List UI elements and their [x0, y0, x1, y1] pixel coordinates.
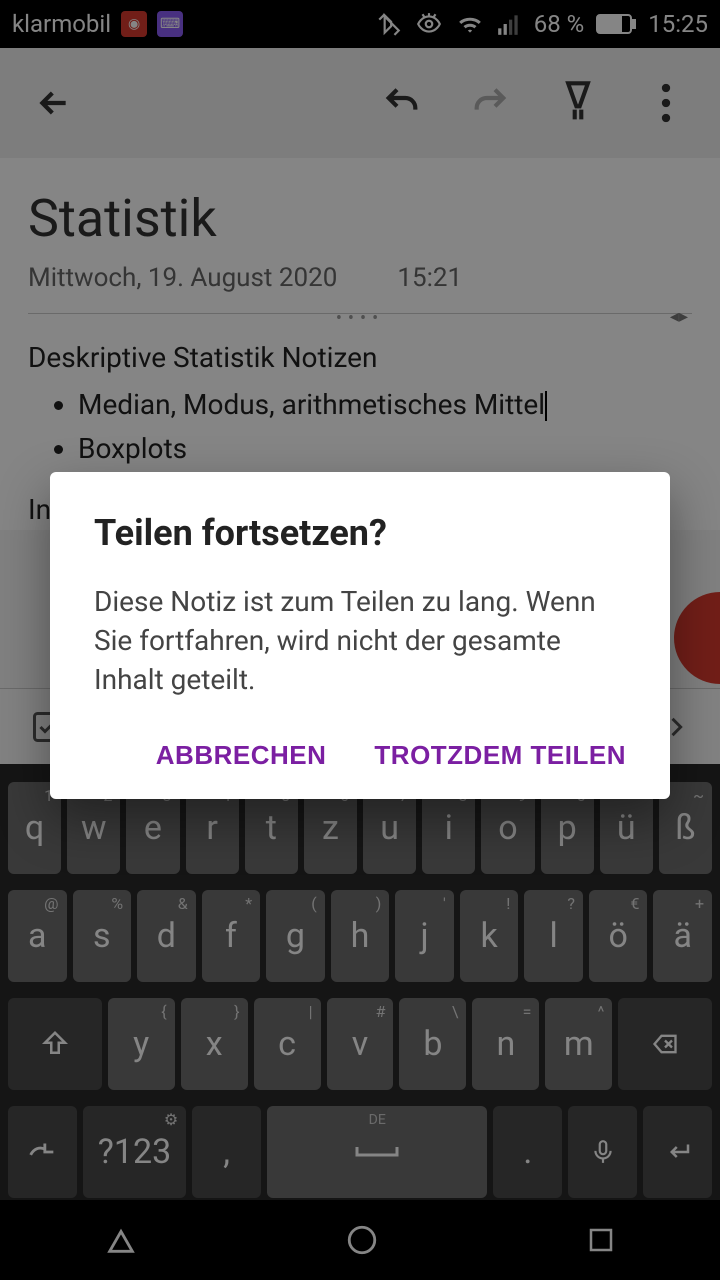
- share-anyway-button[interactable]: TROTZDEM TEILEN: [374, 740, 626, 771]
- share-confirm-dialog: Teilen fortsetzen? Diese Notiz ist zum T…: [50, 472, 670, 799]
- dialog-title: Teilen fortsetzen?: [94, 512, 626, 554]
- cancel-button[interactable]: ABBRECHEN: [156, 740, 327, 771]
- dialog-body: Diese Notiz ist zum Teilen zu lang. Wenn…: [94, 582, 626, 700]
